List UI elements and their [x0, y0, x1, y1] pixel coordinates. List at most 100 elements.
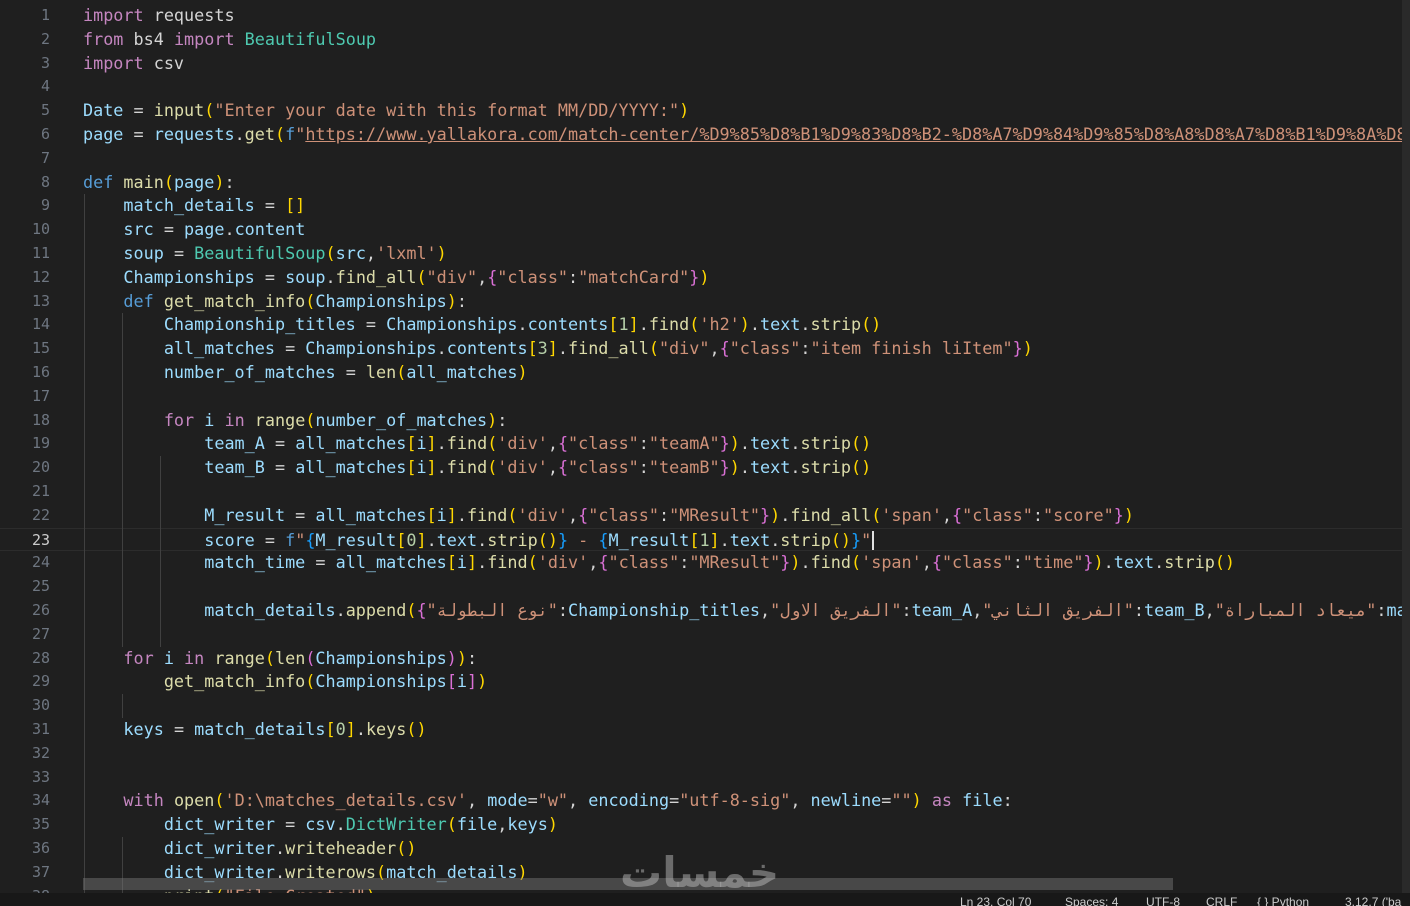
code-text[interactable]: Championship_titles = Championships.cont…: [83, 313, 881, 337]
cursor-position[interactable]: Ln 23, Col 70: [960, 895, 1031, 906]
code-token: }: [719, 457, 730, 478]
code-line[interactable]: 23 score = f"{M_result[0].text.strip()} …: [0, 527, 1402, 553]
code-line[interactable]: 5 Date = input("Enter your date with this…: [0, 99, 1402, 123]
code-line[interactable]: 32: [0, 742, 1402, 766]
code-token: get_match_info: [163, 671, 306, 692]
code-token: (): [851, 433, 872, 454]
code-line[interactable]: 31 keys = match_details[0].keys(): [0, 718, 1402, 742]
code-text[interactable]: src = page.content: [83, 218, 305, 242]
code-token: ,: [921, 552, 932, 573]
code-token: (): [406, 719, 427, 739]
code-text[interactable]: dict_writer = csv.DictWriter(file,keys): [83, 813, 558, 837]
code-line[interactable]: 20 team_B = all_matches[i].find('div',{"…: [0, 456, 1402, 480]
code-text[interactable]: for i in range(len(Championships)):: [83, 647, 477, 671]
code-text[interactable]: page = requests.get(f"https://www.yallak…: [83, 123, 1402, 147]
code-line[interactable]: 9 match_details = []: [0, 194, 1402, 218]
code-line[interactable]: 4: [0, 75, 1402, 99]
encoding-setting[interactable]: UTF-8: [1146, 895, 1180, 906]
code-line[interactable]: 16 number_of_matches = len(all_matches): [0, 361, 1402, 385]
line-number: 22: [31, 505, 50, 524]
code-line[interactable]: 7: [0, 147, 1402, 171]
code-line[interactable]: 15 all_matches = Championships.contents[…: [0, 337, 1402, 361]
code-line[interactable]: 19 team_A = all_matches[i].find('div',{"…: [0, 432, 1402, 456]
code-token: {: [557, 433, 569, 454]
code-text[interactable]: with open('D:\matches_details.csv', mode…: [83, 789, 1012, 813]
code-text[interactable]: dict_writer.writeheader(): [83, 837, 417, 861]
code-text[interactable]: for i in range(number_of_matches):: [83, 409, 508, 433]
code-token: ,: [568, 790, 589, 811]
code-token: (: [214, 790, 225, 811]
code-line[interactable]: 28 for i in range(len(Championships)):: [0, 647, 1402, 671]
code-token: :: [557, 600, 569, 620]
code-line[interactable]: 11 soup = BeautifulSoup(src,'lxml'): [0, 242, 1402, 266]
code-line[interactable]: 14 Championship_titles = Championships.c…: [0, 313, 1402, 337]
code-text[interactable]: team_B = all_matches[i].find('div',{"cla…: [83, 456, 871, 480]
code-line[interactable]: 25: [0, 575, 1402, 599]
code-token: .: [436, 338, 447, 359]
code-token: dict_writer: [163, 838, 275, 858]
code-token: mode: [487, 790, 528, 811]
code-line[interactable]: 35 dict_writer = csv.DictWriter(file,key…: [0, 813, 1402, 837]
language-mode[interactable]: { } Python: [1257, 895, 1309, 906]
code-token: ]: [709, 529, 720, 550]
code-line[interactable]: 12 Championships = soup.find_all("div",{…: [0, 266, 1402, 290]
code-line[interactable]: 21: [0, 480, 1402, 504]
text-cursor: [872, 531, 875, 551]
code-token: ]: [446, 504, 457, 525]
code-line[interactable]: 26 match_details.append({"نوع البطولة":C…: [0, 599, 1402, 623]
code-line[interactable]: 1 import requests: [0, 4, 1402, 28]
python-interpreter[interactable]: 3.12.7 ('ba: [1345, 895, 1401, 906]
code-token: keys: [507, 814, 548, 835]
code-text[interactable]: soup = BeautifulSoup(src,'lxml'): [83, 242, 446, 266]
code-token: =: [254, 266, 286, 287]
code-text[interactable]: from bs4 import BeautifulSoup: [83, 28, 376, 52]
code-line[interactable]: 18 for i in range(number_of_matches):: [0, 409, 1402, 433]
code-token: range: [204, 647, 265, 668]
code-line[interactable]: 10 src = page.content: [0, 218, 1402, 242]
code-line[interactable]: 24 match_time = all_matches[i].find('div…: [0, 551, 1402, 575]
code-line[interactable]: 17: [0, 385, 1402, 409]
code-token: (: [851, 552, 862, 573]
code-text[interactable]: def get_match_info(Championships):: [83, 290, 467, 314]
code-line[interactable]: 29 get_match_info(Championships[i]): [0, 670, 1402, 694]
code-token: ,: [365, 243, 377, 263]
code-line[interactable]: 6 page = requests.get(f"https://www.yalla…: [0, 123, 1402, 147]
line-number: 36: [31, 839, 50, 857]
code-line[interactable]: 33: [0, 766, 1402, 790]
code-token: =: [274, 338, 306, 359]
code-token: bs4: [123, 28, 174, 49]
code-text[interactable]: score = f"{M_result[0].text.strip()} - {…: [83, 529, 875, 553]
code-token: find_all: [568, 338, 649, 359]
code-token: page: [173, 171, 215, 192]
code-text[interactable]: number_of_matches = len(all_matches): [83, 361, 528, 385]
code-text[interactable]: Date = input("Enter your date with this …: [83, 99, 689, 123]
code-text[interactable]: import requests: [83, 4, 235, 28]
code-text[interactable]: match_details.append({"نوع البطولة":Cham…: [83, 599, 1402, 623]
code-token: .: [325, 266, 336, 287]
code-token: (): [830, 529, 852, 550]
code-text[interactable]: keys = match_details[0].keys(): [83, 718, 427, 742]
code-text[interactable]: get_match_info(Championships[i]): [83, 670, 487, 694]
code-text[interactable]: def main(page):: [83, 171, 235, 195]
code-line[interactable]: 3 import csv: [0, 52, 1402, 76]
code-text[interactable]: all_matches = Championships.contents[3].…: [83, 337, 1033, 361]
code-line[interactable]: 22 M_result = all_matches[i].find('div',…: [0, 504, 1402, 528]
code-text[interactable]: match_time = all_matches[i].find('div',{…: [83, 551, 1235, 575]
vertical-scrollbar[interactable]: [1402, 0, 1410, 893]
code-editor[interactable]: 1 import requests 2 from bs4 import Beautif…: [0, 0, 1402, 893]
code-line[interactable]: 2 from bs4 import BeautifulSoup: [0, 28, 1402, 52]
code-text[interactable]: team_A = all_matches[i].find('div',{"cla…: [83, 432, 871, 456]
code-text[interactable]: Championships = soup.find_all("div",{"cl…: [83, 266, 709, 290]
code-line[interactable]: 30: [0, 694, 1402, 718]
code-text[interactable]: import csv: [83, 52, 184, 76]
code-line[interactable]: 13 def get_match_info(Championships):: [0, 290, 1402, 314]
indentation-setting[interactable]: Spaces: 4: [1065, 895, 1118, 906]
code-line[interactable]: 27: [0, 623, 1402, 647]
eol-setting[interactable]: CRLF: [1206, 895, 1237, 906]
code-token: i: [436, 504, 447, 525]
code-line[interactable]: 34 with open('D:\matches_details.csv', m…: [0, 789, 1402, 813]
code-text[interactable]: M_result = all_matches[i].find('div',{"c…: [83, 504, 1134, 528]
code-text[interactable]: match_details = []: [83, 194, 305, 218]
code-line[interactable]: 8 def main(page):: [0, 171, 1402, 195]
